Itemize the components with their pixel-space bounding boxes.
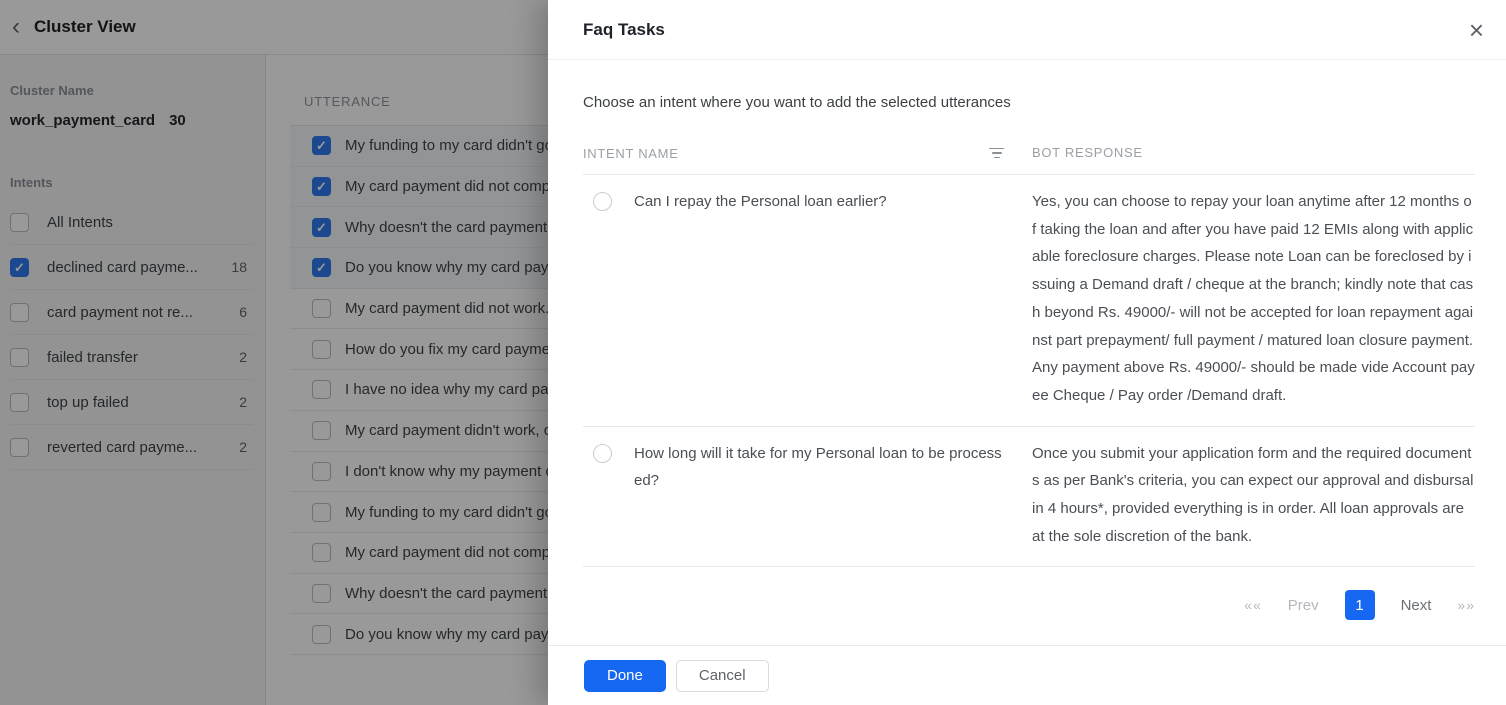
cancel-button[interactable]: Cancel — [676, 660, 769, 692]
faq-table-row[interactable]: How long will it take for my Personal lo… — [583, 427, 1475, 568]
pagination-prev-button[interactable]: Prev — [1288, 597, 1319, 614]
filter-icon[interactable] — [987, 146, 1006, 161]
close-icon[interactable]: × — [1469, 17, 1484, 43]
modal-header: Faq Tasks × — [548, 0, 1506, 60]
radio-button[interactable] — [593, 444, 612, 463]
faq-intent-table: INTENT NAME BOT RESPONSE Can I repay the… — [583, 144, 1475, 567]
modal-footer: Done Cancel — [548, 645, 1506, 705]
pagination-last-button[interactable]: »» — [1457, 597, 1475, 613]
intent-name-column-header: INTENT NAME — [583, 146, 679, 161]
bot-response-text: Once you submit your application form an… — [1032, 440, 1475, 551]
bot-response-text: Yes, you can choose to repay your loan a… — [1032, 188, 1475, 410]
modal-title: Faq Tasks — [583, 20, 665, 40]
bot-response-column-header: BOT RESPONSE — [1032, 145, 1143, 160]
pagination-next-button[interactable]: Next — [1401, 597, 1432, 614]
intent-name-text: Can I repay the Personal loan earlier? — [634, 188, 887, 216]
modal-body: Choose an intent where you want to add t… — [548, 94, 1506, 620]
modal-instruction: Choose an intent where you want to add t… — [583, 94, 1475, 111]
pagination-page-1-button[interactable]: 1 — [1345, 590, 1375, 620]
screen: ‹ Cluster View Cluster Name work_payment… — [0, 0, 1506, 705]
faq-table-row[interactable]: Can I repay the Personal loan earlier? Y… — [583, 175, 1475, 427]
faq-tasks-modal: Faq Tasks × Choose an intent where you w… — [548, 0, 1506, 705]
pagination-first-button[interactable]: «« — [1244, 597, 1262, 613]
done-button[interactable]: Done — [584, 660, 666, 692]
radio-button[interactable] — [593, 192, 612, 211]
intent-name-text: How long will it take for my Personal lo… — [634, 440, 1006, 495]
faq-table-header: INTENT NAME BOT RESPONSE — [583, 144, 1475, 175]
pagination: «« Prev 1 Next »» — [583, 590, 1475, 620]
